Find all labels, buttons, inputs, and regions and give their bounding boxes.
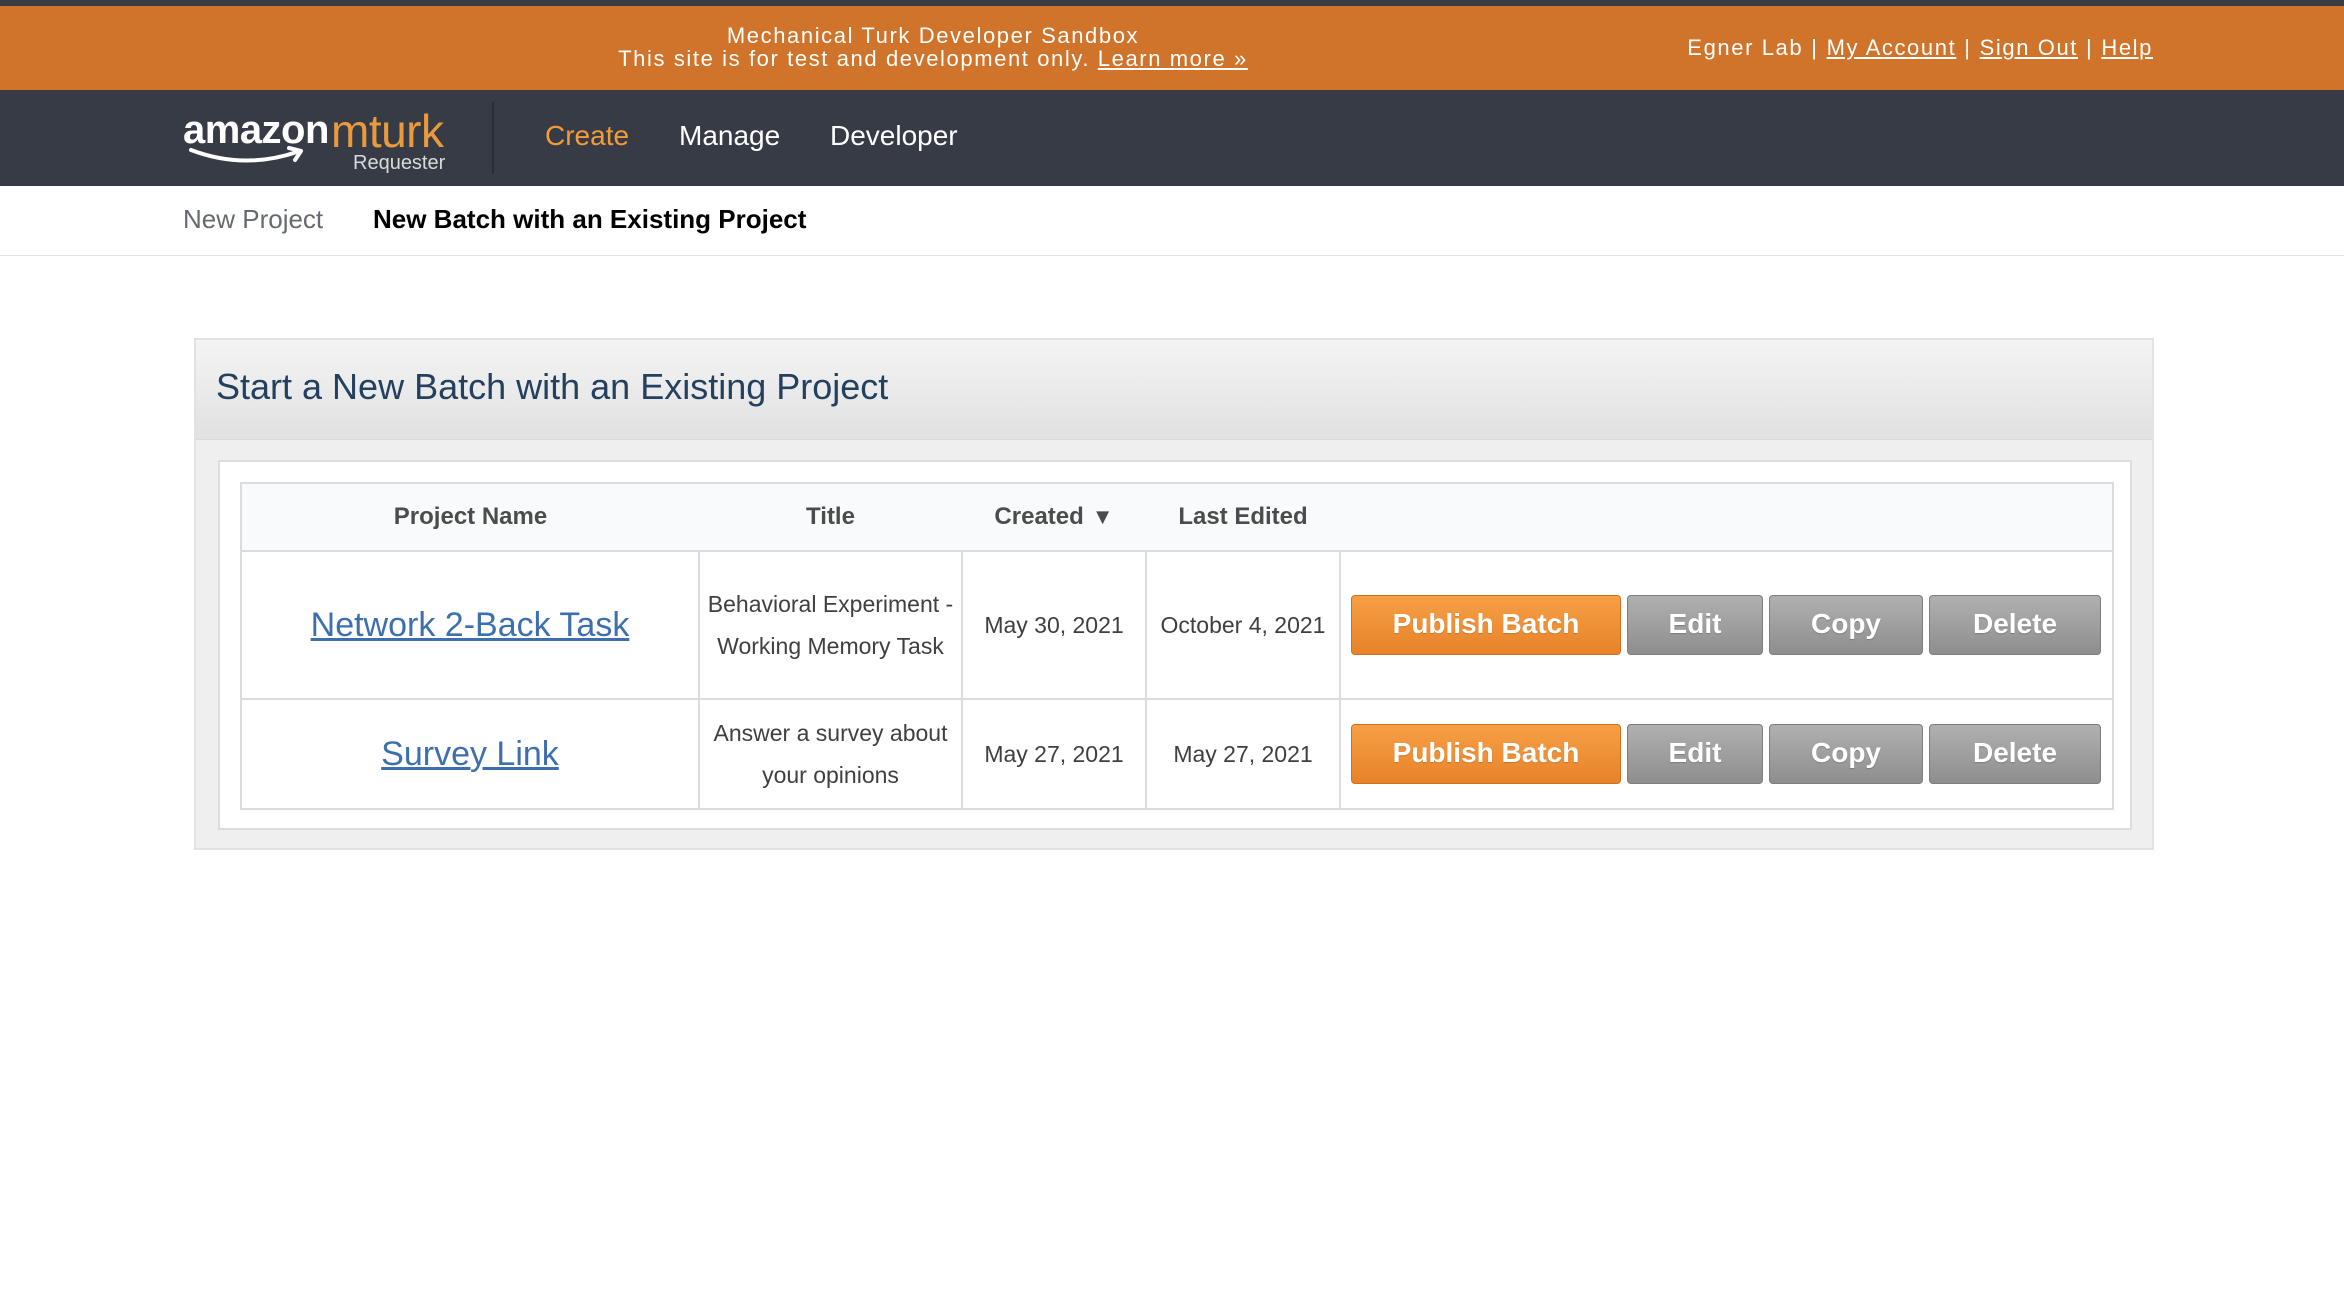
sandbox-subtitle: This site is for test and development on…	[0, 47, 1866, 70]
publish-batch-button[interactable]: Publish Batch	[1351, 595, 1621, 655]
logo-requester-text: Requester	[353, 152, 446, 174]
delete-button[interactable]: Delete	[1929, 724, 2101, 784]
header-project-name[interactable]: Project Name	[240, 482, 699, 552]
header-title-label: Title	[806, 503, 855, 530]
user-name: Egner Lab	[1687, 35, 1804, 60]
panel-title: Start a New Batch with an Existing Proje…	[216, 366, 889, 407]
sandbox-subtitle-text: This site is for test and development on…	[618, 46, 1091, 71]
logo-mturk-text: mturk	[331, 105, 444, 157]
header-actions	[1340, 482, 2114, 552]
project-name-link[interactable]: Survey Link	[381, 735, 559, 773]
sign-out-link[interactable]: Sign Out	[1980, 35, 2078, 60]
main-nav: amazon mturk Requester Create Manage Dev…	[0, 90, 2344, 186]
sub-nav: New Project New Batch with an Existing P…	[0, 186, 2344, 256]
created-date: May 27, 2021	[961, 698, 1147, 810]
last-edited-date: May 27, 2021	[1145, 698, 1341, 810]
sandbox-banner: Mechanical Turk Developer Sandbox This s…	[0, 0, 2344, 90]
header-project-name-label: Project Name	[393, 503, 548, 530]
table-header-row: Project Name Title Created ▼ Last Edited	[240, 482, 2114, 552]
delete-button[interactable]: Delete	[1929, 595, 2101, 655]
header-last-edited-label: Last Edited	[1178, 503, 1308, 530]
header-created[interactable]: Created ▼	[962, 482, 1146, 552]
last-edited-date: October 4, 2021	[1145, 550, 1341, 700]
my-account-link[interactable]: My Account	[1827, 35, 1957, 60]
project-title: Behavioral Experiment - Working Memory T…	[698, 550, 963, 700]
copy-button[interactable]: Copy	[1769, 724, 1923, 784]
separator: |	[1811, 35, 1819, 60]
project-title: Answer a survey about your opinions	[698, 698, 963, 810]
mturk-logo[interactable]: amazon mturk Requester	[183, 104, 453, 174]
row-actions: Publish Batch Edit Copy Delete	[1339, 550, 2114, 700]
help-link[interactable]: Help	[2101, 35, 2153, 60]
nav-create[interactable]: Create	[545, 120, 629, 152]
separator: |	[1964, 35, 1972, 60]
table-row: Network 2-Back Task Behavioral Experimen…	[240, 550, 2114, 700]
amazon-smile-icon	[189, 146, 303, 163]
panel-header: Start a New Batch with an Existing Proje…	[196, 340, 2152, 440]
nav-developer[interactable]: Developer	[830, 120, 958, 152]
header-created-label: Created	[994, 503, 1084, 530]
table-row: Survey Link Answer a survey about your o…	[240, 698, 2114, 810]
nav-manage[interactable]: Manage	[679, 120, 780, 152]
created-date: May 30, 2021	[961, 550, 1147, 700]
separator: |	[2086, 35, 2094, 60]
header-last-edited[interactable]: Last Edited	[1146, 482, 1340, 552]
account-links: Egner Lab | My Account | Sign Out | Help	[1687, 35, 2153, 61]
row-actions: Publish Batch Edit Copy Delete	[1339, 698, 2114, 810]
nav-divider	[492, 102, 494, 174]
copy-button[interactable]: Copy	[1769, 595, 1923, 655]
edit-button[interactable]: Edit	[1627, 724, 1763, 784]
subnav-new-project[interactable]: New Project	[183, 204, 323, 235]
sandbox-notice: Mechanical Turk Developer Sandbox This s…	[0, 24, 1866, 70]
edit-button[interactable]: Edit	[1627, 595, 1763, 655]
publish-batch-button[interactable]: Publish Batch	[1351, 724, 1621, 784]
sort-descending-icon: ▼	[1091, 504, 1114, 529]
panel-body: Project Name Title Created ▼ Last Edited …	[218, 460, 2132, 830]
header-title[interactable]: Title	[699, 482, 962, 552]
existing-project-panel: Start a New Batch with an Existing Proje…	[194, 338, 2154, 850]
subnav-new-batch[interactable]: New Batch with an Existing Project	[373, 204, 806, 235]
projects-table: Project Name Title Created ▼ Last Edited …	[240, 482, 2114, 810]
sandbox-title: Mechanical Turk Developer Sandbox	[726, 23, 1140, 48]
project-name-link[interactable]: Network 2-Back Task	[311, 606, 630, 644]
learn-more-link[interactable]: Learn more »	[1098, 46, 1248, 71]
